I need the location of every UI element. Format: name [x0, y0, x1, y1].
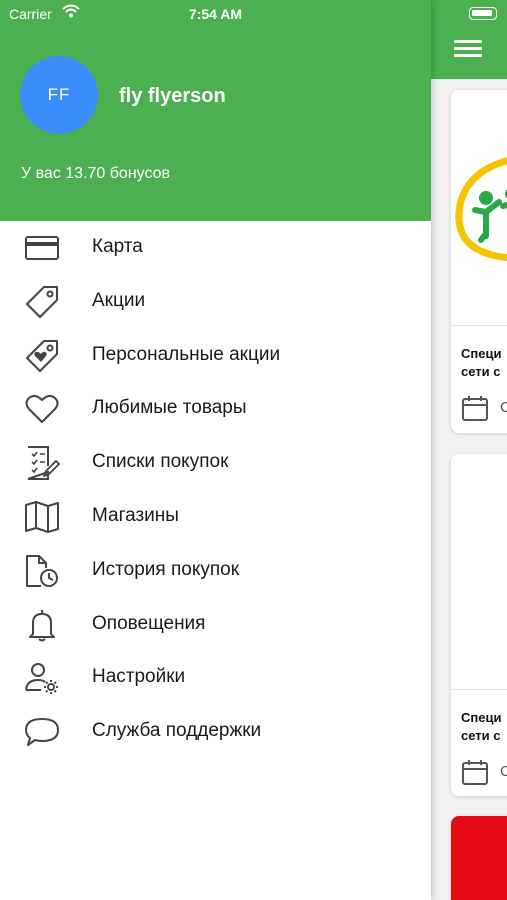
promo-card[interactable] [451, 816, 507, 900]
map-icon [24, 500, 60, 534]
menu-item-promotions[interactable]: Акции [0, 275, 431, 329]
bonus-balance: У вас 13.70 бонусов [21, 165, 171, 182]
card-icon [24, 231, 60, 265]
menu-item-label: Карта [92, 236, 143, 257]
hamburger-menu-icon[interactable] [454, 40, 482, 62]
promo-card[interactable]: Специ сети с С [451, 90, 507, 433]
menu-item-label: Акции [92, 289, 146, 311]
status-time: 7:54 AM [188, 6, 243, 22]
menu-item-notifications[interactable]: Оповещения [0, 598, 431, 652]
user-name: fly flyerson [119, 85, 226, 107]
promo-card-title: Специ сети с [461, 710, 502, 743]
menu-item-label: Любимые товары [92, 397, 247, 419]
drawer-header: Carrier 7:54 AM FF fly flyerson У вас 13… [0, 0, 431, 221]
menu-item-favorites[interactable]: Любимые товары [0, 382, 431, 436]
menu-item-label: Персональные акции [92, 343, 281, 365]
bell-icon [24, 608, 60, 642]
promo-card-date: С [500, 399, 507, 416]
brand-logo-icon [455, 157, 507, 262]
promo-card-date: С [500, 763, 507, 780]
calendar-icon [462, 396, 488, 421]
menu-item-purchase-history[interactable]: История покупок [0, 544, 431, 598]
menu-item-shopping-lists[interactable]: Списки покупок [0, 436, 431, 490]
menu-item-personal-promotions[interactable]: Персональные акции [0, 329, 431, 383]
checklist-icon [24, 446, 60, 481]
menu-item-support[interactable]: Служба поддержки [0, 705, 431, 759]
tag-icon [24, 285, 60, 319]
promo-card[interactable]: Специ сети с С [451, 454, 507, 796]
avatar[interactable]: FF [20, 56, 98, 134]
menu-item-label: Магазины [92, 504, 179, 526]
heart-icon [24, 392, 60, 426]
menu-item-settings[interactable]: Настройки [0, 651, 431, 705]
heart-tag-icon [24, 339, 60, 373]
promo-card-image [451, 454, 507, 690]
menu-item-label: Списки покупок [92, 451, 229, 473]
menu-item-card[interactable]: Карта [0, 221, 431, 275]
history-icon [24, 554, 60, 588]
calendar-icon [462, 760, 488, 785]
menu-item-stores[interactable]: Магазины [0, 490, 431, 544]
drawer-menu: Карта Акции Персональные акции Любимые т… [0, 221, 431, 759]
navigation-drawer: Carrier 7:54 AM FF fly flyerson У вас 13… [0, 0, 431, 900]
menu-item-label: Служба поддержки [92, 720, 262, 742]
menu-item-label: Оповещения [92, 612, 206, 634]
battery-icon [469, 7, 497, 20]
user-settings-icon [24, 661, 60, 695]
promo-card-image [451, 90, 507, 326]
promo-card-title: Специ сети с [461, 346, 502, 379]
chat-bubble-icon [24, 715, 60, 749]
menu-item-label: Настройки [92, 666, 186, 688]
menu-item-label: История покупок [92, 558, 240, 580]
